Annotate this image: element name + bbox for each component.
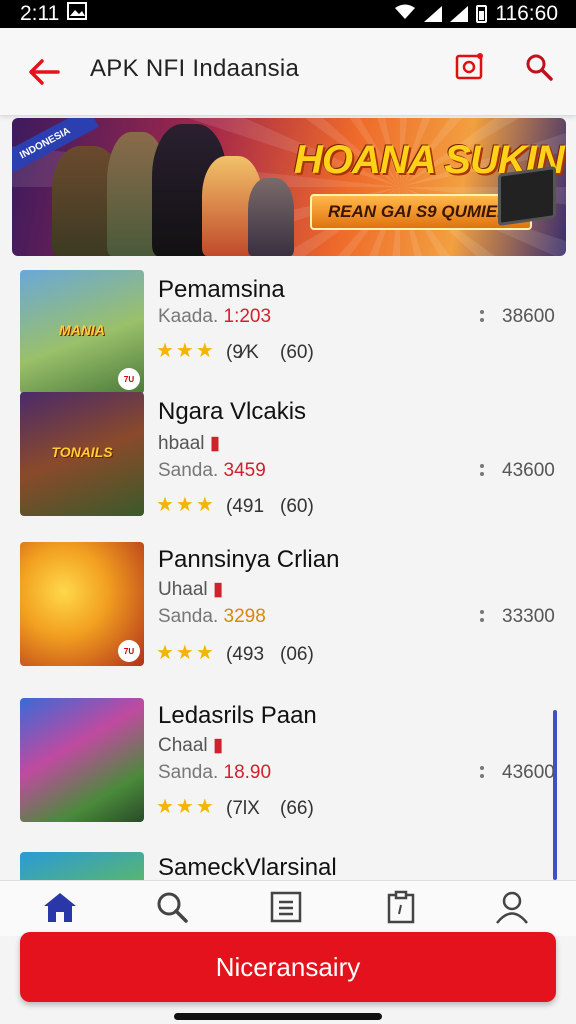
app-size: 3459	[223, 460, 266, 481]
more-options-icon[interactable]	[476, 604, 488, 628]
page-title: APK NFI Indaansia	[90, 55, 300, 82]
star-rating: ★★★	[156, 796, 216, 818]
app-bar: APK NFI Indaansia	[0, 28, 576, 116]
app-title[interactable]: Ledasrils Paan	[158, 702, 317, 730]
app-list[interactable]: MANIA 7U Pemamsina Kaada. 1:203 ★★★ (9⁄K…	[0, 256, 576, 880]
list-item[interactable]: MANIA 7U Pemamsina Kaada. 1:203 ★★★ (9⁄K…	[0, 256, 576, 394]
app-thumbnail[interactable]	[20, 852, 144, 880]
search-icon[interactable]	[524, 52, 558, 86]
bottom-navigation	[0, 880, 576, 936]
rating-count: (493	[226, 644, 265, 665]
star-rating: ★★★	[156, 340, 216, 362]
app-thumbnail[interactable]: TONAILS	[20, 392, 144, 516]
age-badge: 7U	[118, 640, 140, 662]
rating-count: (7lX	[226, 798, 260, 819]
more-options-icon[interactable]	[476, 760, 488, 784]
download-count: 43600	[502, 762, 555, 783]
thumbnail-logo: MANIA	[59, 322, 105, 339]
rating-count: (491	[226, 496, 265, 517]
meta-label: Sanda.	[158, 762, 219, 783]
app-title[interactable]: Ngara Vlcakis	[158, 398, 306, 426]
rating-total: (60)	[280, 496, 314, 517]
camera-icon[interactable]	[454, 52, 488, 86]
laptop-icon	[498, 165, 556, 227]
rating-total: (06)	[280, 644, 314, 665]
meta-label: Sanda.	[158, 460, 219, 481]
status-time: 2:11	[20, 2, 60, 25]
thumbnail-logo: TONAILS	[51, 444, 113, 461]
list-item[interactable]: 7U Pannsinya Crlian Uhaal ▮ Sanda. 3298 …	[0, 542, 576, 692]
app-thumbnail[interactable]: MANIA 7U	[20, 270, 144, 394]
promo-banner[interactable]: INDONESIA HOANA SUKIN REAN GAI S9 QUMIEB…	[12, 118, 566, 256]
list-item[interactable]: Ledasrils Paan Chaal ▮ Sanda. 18.90 ★★★ …	[0, 698, 576, 848]
meta-label: Sanda.	[158, 606, 219, 627]
download-count: 43600	[502, 460, 555, 481]
rating-total: (66)	[280, 798, 314, 819]
home-icon[interactable]	[40, 887, 80, 927]
meta-label: Kaada.	[158, 306, 219, 327]
app-title[interactable]: SameckVlarsinal	[158, 854, 337, 880]
profile-icon[interactable]	[492, 887, 532, 927]
download-count: 38600	[502, 306, 555, 327]
wifi-icon	[394, 2, 416, 26]
app-developer: Uhaal ▮	[158, 579, 224, 600]
download-count: 33300	[502, 606, 555, 627]
rating-count: (9⁄K	[226, 342, 259, 363]
home-indicator[interactable]	[174, 1013, 382, 1020]
app-meta: Sanda. 3459	[158, 460, 266, 482]
signal-icon-2	[450, 6, 469, 22]
clipboard-icon[interactable]	[381, 887, 421, 927]
age-badge: 7U	[118, 368, 140, 390]
back-arrow-icon[interactable]	[24, 52, 64, 92]
status-bar: 2:11 116:60	[0, 0, 576, 28]
app-developer: hbaal ▮	[158, 433, 221, 454]
app-developer: Chaal ▮	[158, 735, 224, 756]
rating-total: (60)	[280, 342, 314, 363]
app-title[interactable]: Pemamsina	[158, 276, 285, 304]
app-meta: Sanda. 3298	[158, 606, 266, 628]
list-item[interactable]: TONAILS Ngara Vlcakis hbaal ▮ Sanda. 345…	[0, 392, 576, 542]
more-options-icon[interactable]	[476, 458, 488, 482]
star-rating: ★★★	[156, 494, 216, 516]
app-meta: Sanda. 18.90	[158, 762, 271, 784]
hero-character-5	[248, 178, 294, 256]
list-item[interactable]: SameckVlarsinal	[0, 852, 576, 880]
status-right-time: 116:60	[495, 2, 558, 25]
app-thumbnail[interactable]	[20, 698, 144, 822]
star-rating: ★★★	[156, 642, 216, 664]
scrollbar[interactable]	[553, 710, 557, 880]
search-icon[interactable]	[152, 887, 192, 927]
list-icon[interactable]	[266, 887, 306, 927]
app-title[interactable]: Pannsinya Crlian	[158, 546, 339, 574]
battery-icon	[476, 5, 488, 23]
more-options-icon[interactable]	[476, 304, 488, 328]
image-notification-icon	[67, 2, 88, 26]
primary-action-button[interactable]: Niceransairy	[20, 932, 556, 1002]
signal-icon	[424, 6, 443, 22]
app-size: 18.90	[223, 762, 272, 783]
app-meta: Kaada. 1:203	[158, 306, 271, 328]
app-size: 3298	[223, 606, 266, 627]
app-thumbnail[interactable]: 7U	[20, 542, 144, 666]
app-size: 1:203	[223, 306, 272, 327]
